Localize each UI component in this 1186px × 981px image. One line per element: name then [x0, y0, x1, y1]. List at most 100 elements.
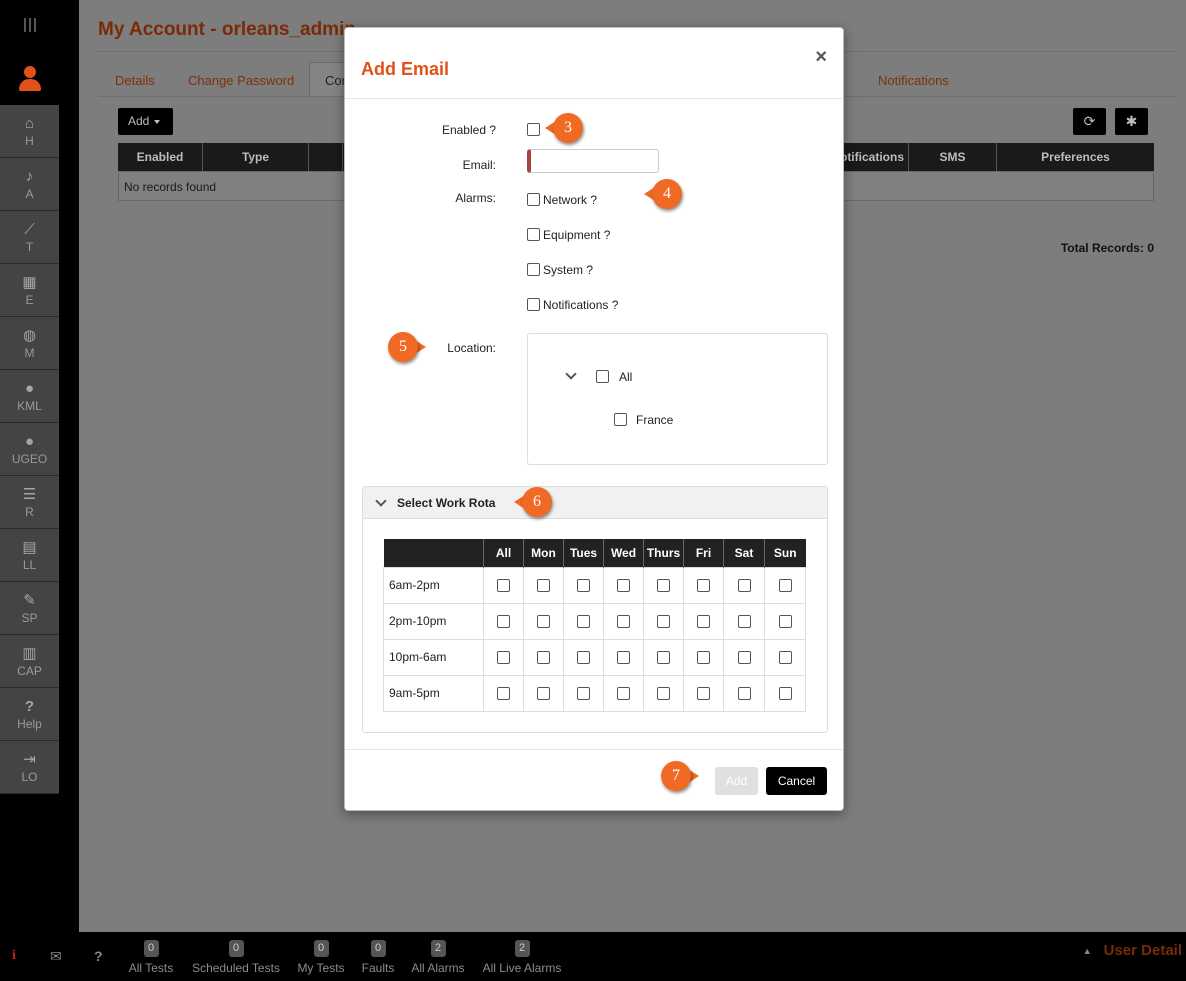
alarms-label: Alarms: — [455, 191, 496, 205]
rota-cell — [523, 602, 564, 640]
tab-details[interactable]: Details — [115, 73, 155, 88]
tab-notifications[interactable]: Notifications — [878, 73, 949, 88]
alarm-system-checkbox[interactable] — [527, 263, 540, 276]
sidebar-item-kml[interactable]: ● KML — [0, 370, 59, 423]
callout-marker: 4 — [644, 179, 682, 209]
rota-checkbox[interactable] — [737, 615, 751, 629]
alarm-network-checkbox[interactable] — [527, 193, 540, 206]
rota-column-header: All — [483, 539, 524, 567]
sidebar-item-ugeo[interactable]: ● UGEO — [0, 423, 59, 476]
alarm-notifications-checkbox[interactable] — [527, 298, 540, 311]
rota-checkbox[interactable] — [657, 579, 670, 593]
rota-checkbox[interactable] — [778, 615, 792, 629]
rota-checkbox[interactable] — [737, 687, 751, 701]
rota-cell — [723, 602, 765, 640]
sidebar-item-ll[interactable]: ▤ LL — [0, 529, 59, 582]
add-button[interactable]: Add — [715, 767, 758, 795]
rota-checkbox[interactable] — [778, 687, 792, 701]
chevron-down-icon[interactable] — [565, 368, 577, 380]
stat-faults[interactable]: 0 Faults — [356, 940, 400, 975]
rota-cell — [723, 638, 765, 676]
callout-marker: 7 — [661, 761, 699, 791]
rota-checkbox[interactable] — [697, 615, 710, 629]
email-field[interactable] — [527, 149, 659, 173]
user-detail-label: User Detail — [1103, 942, 1182, 959]
rota-checkbox[interactable] — [617, 615, 630, 629]
sidebar-item-trends[interactable]: ⟋ T — [0, 211, 59, 264]
rota-cell — [643, 674, 684, 712]
column-header[interactable] — [309, 143, 343, 171]
stat-all-live-alarms[interactable]: 2 All Live Alarms — [476, 940, 568, 975]
sidebar-item-sp[interactable]: ✎ SP — [0, 582, 59, 635]
rota-cell — [483, 638, 524, 676]
stat-label: Faults — [361, 961, 395, 975]
column-header-type[interactable]: Type — [203, 143, 309, 171]
sidebar-item-alarms[interactable]: ♪ A — [0, 158, 59, 211]
settings-button[interactable]: ✱ — [1115, 108, 1148, 135]
add-label: Add — [128, 114, 150, 128]
rota-checkbox[interactable] — [577, 615, 590, 629]
rota-checkbox[interactable] — [537, 687, 550, 701]
menu-grip-icon[interactable] — [24, 18, 38, 32]
user-avatar-icon[interactable] — [18, 66, 42, 94]
enabled-checkbox[interactable] — [527, 123, 540, 136]
sidebar-item-help[interactable]: ? Help — [0, 688, 59, 741]
location-all-checkbox[interactable] — [596, 370, 609, 383]
rota-checkbox[interactable] — [537, 651, 550, 665]
sidebar-item-label: Help — [17, 717, 42, 731]
sidebar-item-map[interactable]: ◍ M — [0, 317, 59, 370]
sidebar-item-cap[interactable]: ▥ CAP — [0, 635, 59, 688]
sidebar-item-home[interactable]: ⌂ H — [0, 105, 59, 158]
map-pin-icon: ● — [24, 380, 35, 397]
column-header-enabled[interactable]: Enabled — [118, 143, 203, 171]
rota-checkbox[interactable] — [577, 651, 590, 665]
total-records: Total Records: 0 — [1060, 241, 1154, 255]
alarm-equipment-checkbox[interactable] — [527, 228, 540, 241]
stat-my-tests[interactable]: 0 My Tests — [292, 940, 350, 975]
location-france-checkbox[interactable] — [614, 413, 627, 426]
help-icon[interactable]: ? — [94, 948, 103, 964]
mail-icon[interactable]: ✉ — [50, 948, 62, 965]
info-icon[interactable]: i — [12, 948, 16, 964]
user-detail-toggle[interactable]: ▲ User Detail — [1083, 942, 1182, 959]
tab-change-password[interactable]: Change Password — [188, 73, 294, 88]
add-dropdown-button[interactable]: Add — [118, 108, 173, 135]
rota-checkbox[interactable] — [778, 579, 792, 593]
rota-checkbox[interactable] — [657, 615, 670, 629]
rota-checkbox[interactable] — [617, 687, 630, 701]
rota-checkbox[interactable] — [737, 579, 751, 593]
rota-checkbox[interactable] — [778, 651, 792, 665]
rota-checkbox[interactable] — [577, 579, 590, 593]
column-header-preferences[interactable]: Preferences — [997, 143, 1154, 171]
rota-column-header: Mon — [523, 539, 564, 567]
cancel-button[interactable]: Cancel — [766, 767, 827, 795]
rota-checkbox[interactable] — [617, 651, 630, 665]
sidebar-nav: ⌂ H ♪ A ⟋ T ▦ E ◍ M ● KML ● UGEO ☰ R ▤ LL ✎ SP ▥ CA… — [0, 105, 59, 794]
rota-checkbox[interactable] — [697, 651, 710, 665]
column-header-sms[interactable]: SMS — [909, 143, 997, 171]
rota-checkbox[interactable] — [697, 579, 710, 593]
rota-checkbox[interactable] — [617, 579, 630, 593]
rota-checkbox[interactable] — [737, 651, 751, 665]
rota-checkbox[interactable] — [497, 615, 510, 629]
rota-cell — [764, 602, 806, 640]
sidebar-item-equipment[interactable]: ▦ E — [0, 264, 59, 317]
close-icon[interactable]: × — [815, 46, 827, 69]
rota-cell — [683, 638, 724, 676]
rota-checkbox[interactable] — [497, 651, 510, 665]
refresh-button[interactable]: ⟳ — [1073, 108, 1106, 135]
rota-checkbox[interactable] — [537, 579, 550, 593]
work-rota-header[interactable]: Select Work Rota — [363, 487, 827, 519]
stat-all-tests[interactable]: 0 All Tests — [122, 940, 180, 975]
sidebar-item-reports[interactable]: ☰ R — [0, 476, 59, 529]
stat-all-alarms[interactable]: 2 All Alarms — [406, 940, 470, 975]
rota-checkbox[interactable] — [537, 615, 550, 629]
rota-checkbox[interactable] — [697, 687, 710, 701]
sidebar-item-logout[interactable]: ⇥ LO — [0, 741, 59, 794]
rota-checkbox[interactable] — [497, 687, 510, 701]
rota-checkbox[interactable] — [657, 687, 670, 701]
rota-checkbox[interactable] — [657, 651, 670, 665]
rota-checkbox[interactable] — [497, 579, 510, 593]
rota-checkbox[interactable] — [577, 687, 590, 701]
stat-scheduled-tests[interactable]: 0 Scheduled Tests — [186, 940, 286, 975]
